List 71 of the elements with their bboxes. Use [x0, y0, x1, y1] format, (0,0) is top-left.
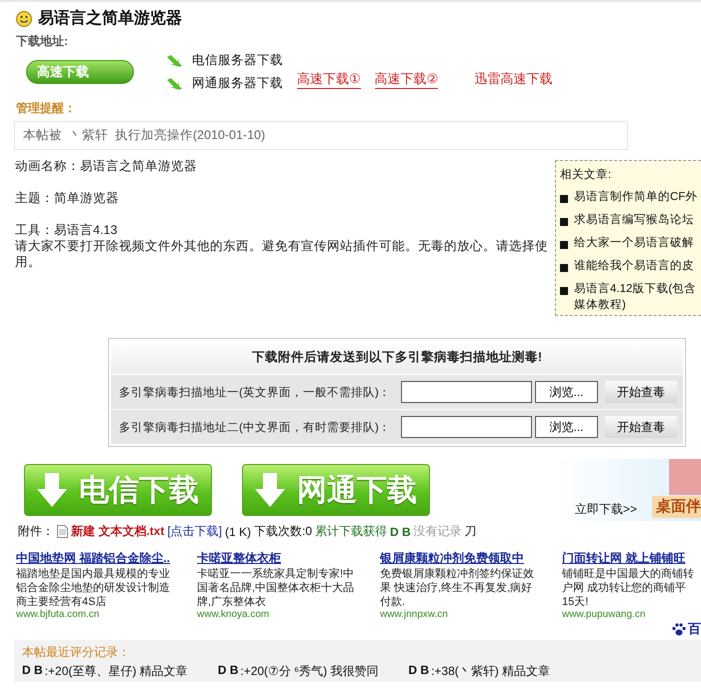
rating-entry: :+20(至尊、星仔) 精品文章 — [44, 663, 188, 680]
start-scan-button[interactable]: 开始查毒 — [605, 381, 677, 403]
file-input-field[interactable] — [401, 381, 532, 403]
post-line: 动画名称：易语言之简单游览器 — [15, 158, 198, 174]
square-bullet-icon — [560, 264, 568, 272]
fast-download-link[interactable]: 高速下载② — [374, 70, 438, 89]
ad-url[interactable]: www.pupuwang.cn — [562, 609, 701, 620]
arrow-icon — [166, 54, 184, 68]
admin-notice-label: 管理提醒： — [15, 100, 77, 117]
square-bullet-icon — [560, 241, 568, 249]
ad-url[interactable]: www.bjfuta.com.cn — [16, 609, 197, 620]
scan-label: 多引擎病毒扫描地址一(英文界面，一般不需排队)： — [119, 386, 392, 400]
ad-description: 免费银屑康颗粒冲剂签约保证效 果 快速治疗,终生不再复发,病好 付款. — [380, 567, 535, 609]
ad-brand-text: 百 — [688, 620, 701, 638]
post-line: 工具：易语言4.13 — [15, 222, 118, 238]
fast-download-link[interactable]: 高速下载① — [297, 70, 361, 89]
rating-entry: :+38(丶紫轩) 精品文章 — [431, 663, 550, 680]
currency-label: D B — [390, 524, 411, 538]
ad-description: 福踏地垫是国内最具规模的专业 铝合金除尘地垫的研发设计制造 商主要经营有4S店 — [16, 567, 171, 609]
scan-label: 多引擎病毒扫描地址二(中文界面，有时需要排队)： — [119, 420, 392, 434]
square-bullet-icon — [560, 218, 568, 226]
attachment-filename[interactable]: 新建 文本文档.txt — [71, 523, 164, 540]
banner-cta: 立即下载>> — [575, 501, 638, 518]
download-label: 下载地址: — [15, 33, 69, 50]
down-arrow-icon — [253, 471, 287, 509]
server-download-link[interactable]: 网通服务器下载 — [166, 75, 283, 92]
smiley-icon — [16, 10, 32, 26]
related-article-link[interactable]: 易语言4.12版下载(包含 媒体教程) — [574, 281, 696, 313]
ratings-title: 本帖最近评分记录： — [22, 644, 131, 661]
file-input-field[interactable] — [401, 416, 532, 438]
related-article-link[interactable]: 求易语言编写猴岛论坛 — [574, 212, 694, 228]
ad-title-link[interactable]: 中国地垫网 福踏铝合金除尘.. — [16, 550, 197, 567]
thunder-download-link[interactable]: 迅雷高速下载 — [474, 70, 552, 88]
server-download-link[interactable]: 电信服务器下载 — [166, 52, 283, 69]
related-article-link[interactable]: 谁能给我个易语言的皮 — [574, 258, 694, 274]
rating-currency: D B — [408, 663, 430, 679]
banner-title: 桌面伴 — [652, 496, 701, 518]
related-title: 相关文章: — [560, 169, 612, 181]
ad-title-link[interactable]: 银屑康颗粒冲剂免费领取中 — [380, 550, 562, 567]
admin-notice-text: 本帖被 丶紫轩 执行加亮操作(2010-01-10) — [14, 121, 628, 150]
attachment-tail: 刀 — [464, 523, 477, 540]
ad-title-link[interactable]: 门面转让网 就上铺铺旺 — [562, 550, 701, 567]
ad-title-link[interactable]: 卡喏亚整体衣柜 — [197, 550, 380, 567]
earned-label: 累计下载获得 — [315, 523, 388, 540]
file-size: (1 K) — [225, 524, 252, 538]
square-bullet-icon — [560, 287, 568, 295]
ad-url[interactable]: www.knoya.com — [197, 609, 380, 620]
document-icon — [57, 525, 68, 538]
start-scan-button[interactable]: 开始查毒 — [605, 416, 677, 438]
arrow-icon — [166, 76, 184, 90]
attachment-label: 附件： — [18, 523, 54, 540]
post-line: 主题：简单游览器 — [15, 190, 120, 206]
ad-description: 卡喏亚一一系统家具定制专家!中 国著名品牌,中国整体衣柜十大品 牌,广东整体衣 — [197, 567, 356, 609]
post-title: 易语言之简单游览器 — [38, 8, 182, 29]
photo-placeholder — [669, 459, 701, 495]
download-count: 下载次数:0 — [254, 523, 312, 540]
rating-entry: :+20(⑦分 ⁶秀气) 我很赞同 — [240, 663, 378, 680]
ad-description: 铺铺旺是中国最大的商铺转 户网 成功转让您的商铺平 15天! — [562, 567, 695, 609]
rating-currency: D B — [218, 663, 238, 679]
browse-button[interactable]: 浏览... — [535, 381, 598, 403]
paw-icon — [672, 622, 686, 636]
post-paragraph: 请大家不要打开除视频文件外其他的东西。避免有宣传网站插件可能。无毒的放心。请选择使用。 — [15, 238, 549, 270]
ad-url[interactable]: www.jnnpxw.cn — [380, 609, 562, 620]
rating-currency: D B — [22, 663, 43, 679]
click-download-link[interactable]: [点击下载] — [167, 523, 222, 540]
related-article-link[interactable]: 易语言制作简单的CF外 — [574, 189, 698, 205]
related-article-link[interactable]: 给大家一个易语言破解 — [574, 235, 694, 251]
browse-button[interactable]: 浏览... — [535, 416, 598, 438]
square-bullet-icon — [560, 195, 568, 203]
record-text: 没有记录 — [414, 523, 462, 540]
down-arrow-icon — [35, 471, 69, 509]
